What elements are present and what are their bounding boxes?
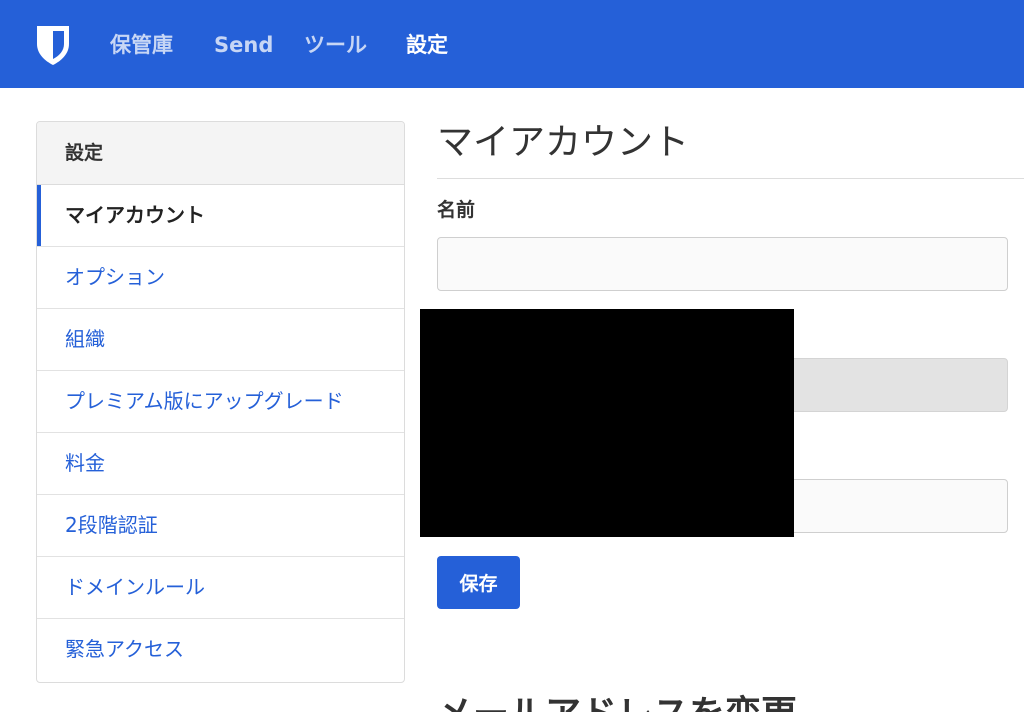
shield-logo-icon[interactable]	[35, 24, 71, 66]
title-divider	[437, 178, 1024, 179]
sidebar-item-billing[interactable]: 料金	[37, 433, 404, 495]
sidebar-item-domain-rules[interactable]: ドメインルール	[37, 557, 404, 619]
sidebar-item-options[interactable]: オプション	[37, 247, 404, 309]
sidebar-item-premium-upgrade[interactable]: プレミアム版にアップグレード	[37, 371, 404, 433]
sidebar-item-two-step-login[interactable]: 2段階認証	[37, 495, 404, 557]
sidebar-item-my-account[interactable]: マイアカウント	[37, 185, 404, 247]
sidebar-item-organizations[interactable]: 組織	[37, 309, 404, 371]
nav-send[interactable]: Send	[214, 30, 273, 60]
save-button[interactable]: 保存	[437, 556, 520, 609]
sidebar-header: 設定	[37, 122, 404, 185]
top-navbar: 保管庫 Send ツール 設定	[0, 0, 1024, 88]
name-input[interactable]	[437, 237, 1008, 291]
redaction-box	[420, 309, 794, 537]
nav-settings[interactable]: 設定	[406, 30, 448, 60]
nav-vault[interactable]: 保管庫	[110, 30, 173, 60]
name-label: 名前	[437, 199, 476, 221]
change-email-section-title: メールアドレスを変更	[437, 690, 797, 712]
sidebar-item-emergency-access[interactable]: 緊急アクセス	[37, 619, 404, 681]
page-title: マイアカウント	[437, 122, 690, 163]
settings-sidebar: 設定 マイアカウント オプション 組織 プレミアム版にアップグレード 料金 2段…	[36, 121, 405, 683]
nav-tools[interactable]: ツール	[304, 30, 367, 60]
